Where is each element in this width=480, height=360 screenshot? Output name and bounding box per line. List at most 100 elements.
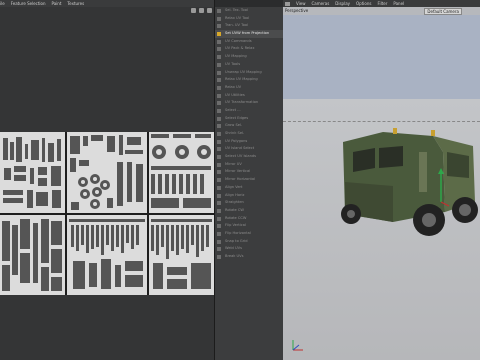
uv-tile — [0, 132, 65, 213]
tool-item[interactable]: Align Horiz — [215, 192, 283, 200]
uv-tile — [149, 215, 214, 295]
lock-icon[interactable] — [199, 8, 204, 13]
tool-label: Relax UV — [225, 84, 242, 89]
uv-tile — [0, 215, 65, 295]
tool-label: Mirror Horizontal — [225, 177, 256, 182]
tool-item[interactable]: Select UV Islands — [215, 153, 283, 161]
3d-viewport[interactable]: Perspective Default Camera — [283, 7, 480, 360]
tool-item[interactable]: UV Pack & Relax — [215, 45, 283, 53]
menu-feature-selection[interactable]: Feature Selection — [11, 1, 46, 6]
tool-label: Mirror Vertical — [225, 169, 251, 174]
uv-tools-panel: Sel. Tex. Tool Relax UV Tool Tran. UV Tool… — [215, 7, 283, 360]
tool-label: Rotate CCW — [225, 215, 247, 220]
tool-item[interactable]: Mirror Vertical — [215, 168, 283, 176]
tool-label: UV Commands — [225, 38, 252, 43]
viewport-header: Perspective Default Camera — [283, 7, 480, 15]
tool-item[interactable]: UV Polygons — [215, 138, 283, 146]
uv-editor-panel[interactable] — [0, 7, 215, 360]
tool-item[interactable]: Relax UV Tool — [215, 15, 283, 23]
tool-item[interactable]: Set UVW from Projection — [215, 30, 283, 38]
tool-label: Rotate CW — [225, 207, 244, 212]
tool-label: Grow Sel. — [225, 123, 243, 128]
tool-icon — [217, 24, 221, 29]
tool-label: UV Transformation — [225, 100, 259, 105]
tool-icon — [217, 93, 221, 98]
tool-item[interactable]: Shrink Sel. — [215, 130, 283, 138]
tool-label: Straighten — [225, 200, 244, 205]
tool-item[interactable]: Select ... — [215, 107, 283, 115]
tool-item[interactable]: UV Transformation — [215, 99, 283, 107]
tool-item[interactable]: Snap to Grid — [215, 238, 283, 246]
tool-icon — [217, 132, 221, 136]
tool-item[interactable]: Flip Vertical — [215, 222, 283, 230]
menu-display[interactable]: Display — [335, 1, 350, 6]
tool-label: UV Tools — [225, 61, 241, 66]
tool-item[interactable]: Relax UV — [215, 84, 283, 92]
tool-item[interactable]: Mirror Horizontal — [215, 176, 283, 184]
tool-item[interactable]: Mirror UV — [215, 161, 283, 169]
tool-icon — [217, 70, 221, 75]
tool-icon — [217, 62, 221, 67]
tool-icon — [217, 162, 221, 167]
tool-item[interactable]: Relax UV Mapping — [215, 76, 283, 84]
tool-item[interactable]: Select Edges — [215, 115, 283, 123]
viewport-menubar: View Cameras Display Options Filter Pane… — [283, 0, 480, 7]
uv-tile — [67, 132, 147, 213]
tool-label: Mirror UV — [225, 161, 242, 166]
tool-icon — [217, 39, 221, 44]
uv-editor-menubar: ile Feature Selection Paint Textures — [0, 0, 214, 7]
tool-label: Select UV Islands — [225, 154, 257, 159]
link-icon[interactable] — [191, 8, 196, 13]
tool-label: Weld UVs — [225, 246, 242, 251]
axis-gizmo — [292, 340, 303, 351]
tool-item[interactable]: Rotate CCW — [215, 215, 283, 223]
tool-item[interactable]: UV Commands — [215, 38, 283, 46]
tool-label: UV Mapping — [225, 54, 247, 59]
tool-icon — [217, 185, 221, 190]
tool-icon — [217, 124, 221, 129]
camera-dropdown[interactable]: Default Camera — [424, 8, 462, 15]
tool-item[interactable]: Break UVs — [215, 253, 283, 261]
tool-label: Snap to Grid — [225, 238, 248, 243]
menu-options[interactable]: Options — [356, 1, 371, 6]
tool-item[interactable]: UV Tools — [215, 61, 283, 69]
tool-label: Relax UV Tool — [225, 15, 250, 20]
tool-item[interactable]: Weld UVs — [215, 245, 283, 253]
tool-item[interactable]: UV Utilities — [215, 92, 283, 100]
tool-icon — [217, 147, 221, 152]
tool-item[interactable]: Align Vert — [215, 184, 283, 192]
tool-item[interactable]: Rotate CW — [215, 207, 283, 215]
menu-view[interactable]: View — [296, 1, 306, 6]
tool-item[interactable]: Flip Horizontal — [215, 230, 283, 238]
tool-icon — [217, 16, 221, 21]
hamburger-icon[interactable] — [285, 1, 290, 6]
tool-label: Flip Horizontal — [225, 230, 251, 235]
tool-item[interactable]: Straighten — [215, 199, 283, 207]
tool-label: Shrink Sel. — [225, 131, 245, 135]
settings-icon[interactable] — [207, 8, 212, 13]
tool-item[interactable]: Tran. UV Tool — [215, 22, 283, 30]
uv-tile — [149, 132, 214, 213]
tool-label: Flip Vertical — [225, 223, 246, 228]
tool-label: Relax UV Mapping — [225, 77, 258, 82]
menu-filter[interactable]: Filter — [377, 1, 387, 6]
tool-item[interactable]: UV Island Select — [215, 145, 283, 153]
tool-icon — [217, 208, 221, 213]
tool-icon — [217, 32, 221, 37]
menu-file[interactable]: ile — [0, 1, 5, 6]
menu-panel[interactable]: Panel — [393, 1, 404, 6]
menu-cameras[interactable]: Cameras — [312, 1, 330, 6]
tool-item[interactable]: Unwrap UV Mapping — [215, 69, 283, 77]
uv-tile — [67, 215, 147, 295]
menu-textures[interactable]: Textures — [67, 1, 84, 6]
tool-label: Align Vert — [225, 184, 243, 189]
truck-model[interactable] — [323, 122, 478, 252]
tool-item[interactable]: Grow Sel. — [215, 122, 283, 130]
uv-texture-map[interactable] — [0, 132, 214, 295]
tool-item[interactable]: Sel. Tex. Tool — [215, 7, 283, 15]
menu-paint[interactable]: Paint — [52, 1, 62, 6]
tool-item[interactable]: UV Mapping — [215, 53, 283, 61]
tool-label: Tran. UV Tool — [225, 23, 249, 28]
tool-label: UV Pack & Relax — [225, 46, 255, 51]
tool-icon — [217, 224, 221, 229]
